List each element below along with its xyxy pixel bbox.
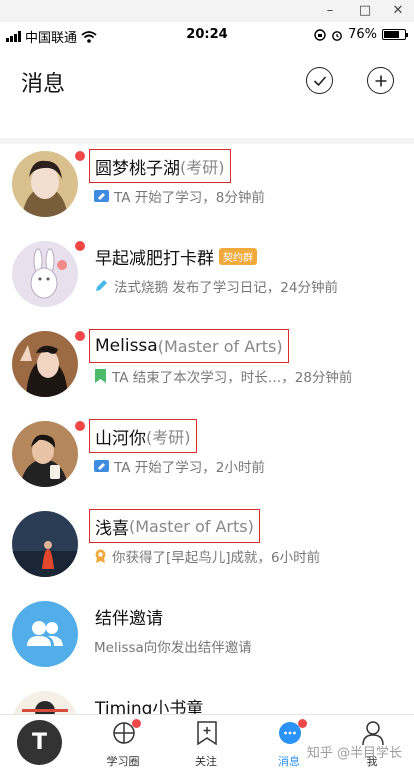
chat-name-box: 浅喜 (Master of Arts) [89,509,260,543]
message-preview: TA 开始了学习，8分钟前 [94,186,265,206]
contract-group-badge: 契约群 [219,247,257,265]
chat-name-box: Melissa (Master of Arts) [89,329,289,363]
chat-name: 圆梦桃子湖 [95,158,180,179]
plus-icon [375,75,386,86]
avatar [12,151,78,217]
tab-follow[interactable]: 关注 [176,719,236,768]
achievement-icon [95,549,106,563]
message-preview: Melissa向你发出结伴邀请 [94,636,252,656]
pencil-icon [96,280,107,291]
orientation-lock-icon [314,28,326,41]
preview-text: TA 结束了本次学习，时长…，28分钟前 [112,370,353,386]
chat-name: 山河你 [95,428,146,449]
battery-icon [382,29,408,40]
unread-dot [75,151,85,161]
chat-tag: (考研) [146,428,191,447]
chat-name: Timing小书童 [95,698,204,715]
avatar [12,691,78,714]
message-item[interactable]: Melissa (Master of Arts) TA 结束了本次学习，时长…，… [0,324,414,414]
watermark: 知乎 @半目学长 [306,746,402,761]
avatar [12,511,78,577]
chat-tag: (考研) [180,158,225,177]
bookmark-plus-icon [197,721,217,746]
chat-name: 结伴邀请 [95,608,163,629]
preview-text: 你获得了[早起鸟儿]成就，6小时前 [112,550,321,566]
tab-label: 关注 [195,755,217,768]
page-title: 消息 [21,72,66,97]
unread-dot [75,421,85,431]
window-titlebar: – □ ✕ [0,0,414,22]
close-button[interactable]: ✕ [386,1,410,21]
message-item[interactable]: 浅喜 (Master of Arts) 你获得了[早起鸟儿]成就，6小时前 [0,504,414,594]
message-preview: TA 开始了学习，2小时前 [94,456,265,476]
message-preview: 法式烧鹅 发布了学习日记，24分钟前 [94,276,338,296]
chat-name-box: Timing小书童 [89,689,209,715]
chat-name-box: 早起减肥打卡群 契约群 [89,239,263,273]
tab-label: 学习圈 [106,755,140,768]
timing-button[interactable]: T [17,720,62,765]
preview-text: 法式烧鹅 发布了学习日记，24分钟前 [114,280,338,296]
preview-text: TA 开始了学习，2小时前 [114,460,265,476]
chat-tag: (Master of Arts) [129,516,254,536]
preview-text: TA 开始了学习，8分钟前 [114,190,265,206]
chat-name: 浅喜 [95,518,129,539]
message-item[interactable]: 结伴邀请 Melissa向你发出结伴邀请 [0,594,414,684]
unread-dot [75,331,85,341]
chat-tag: (Master of Arts) [157,336,283,356]
preview-text: Melissa向你发出结伴邀请 [94,640,252,656]
blue-card-icon [94,460,109,472]
maximize-button[interactable]: □ [353,1,377,21]
page-header: 消息 [0,48,414,138]
blue-card-icon [94,190,109,202]
minimize-button[interactable]: – [318,1,342,21]
avatar [12,331,78,397]
partner-icon [27,621,63,646]
avatar [12,241,78,307]
mark-read-button[interactable] [306,67,333,94]
unread-dot [75,241,85,251]
message-item[interactable]: 山河你 (考研) TA 开始了学习，2小时前 [0,414,414,504]
message-item[interactable]: 圆梦桃子湖 (考研) TA 开始了学习，8分钟前 [0,144,414,234]
add-button[interactable] [367,67,394,94]
green-bookmark-icon [95,369,106,383]
alarm-icon [332,30,342,41]
status-bar: 中国联通 20:24 76% [0,22,414,48]
message-item[interactable]: Timing小书童 [0,684,414,714]
message-list[interactable]: 圆梦桃子湖 (考研) TA 开始了学习，8分钟前 早起减肥打卡群 契约群 法式烧… [0,144,414,714]
tab-study-circle[interactable]: 学习圈 [93,719,153,768]
message-preview: 你获得了[早起鸟儿]成就，6小时前 [94,546,320,566]
chat-name: 早起减肥打卡群 [95,248,214,269]
check-icon [313,75,326,86]
chat-name-box: 山河你 (考研) [89,419,197,453]
nav-dot [132,719,141,728]
avatar [12,601,78,667]
chat-name-box: 结伴邀请 [89,599,169,633]
chat-name: Melissa [95,336,158,356]
nav-dot [298,719,307,728]
avatar [12,421,78,487]
battery-percent: 76% [348,27,377,42]
chat-name-box: 圆梦桃子湖 (考研) [89,149,231,183]
message-preview: TA 结束了本次学习，时长…，28分钟前 [94,366,352,386]
message-item[interactable]: 早起减肥打卡群 契约群 法式烧鹅 发布了学习日记，24分钟前 [0,234,414,324]
